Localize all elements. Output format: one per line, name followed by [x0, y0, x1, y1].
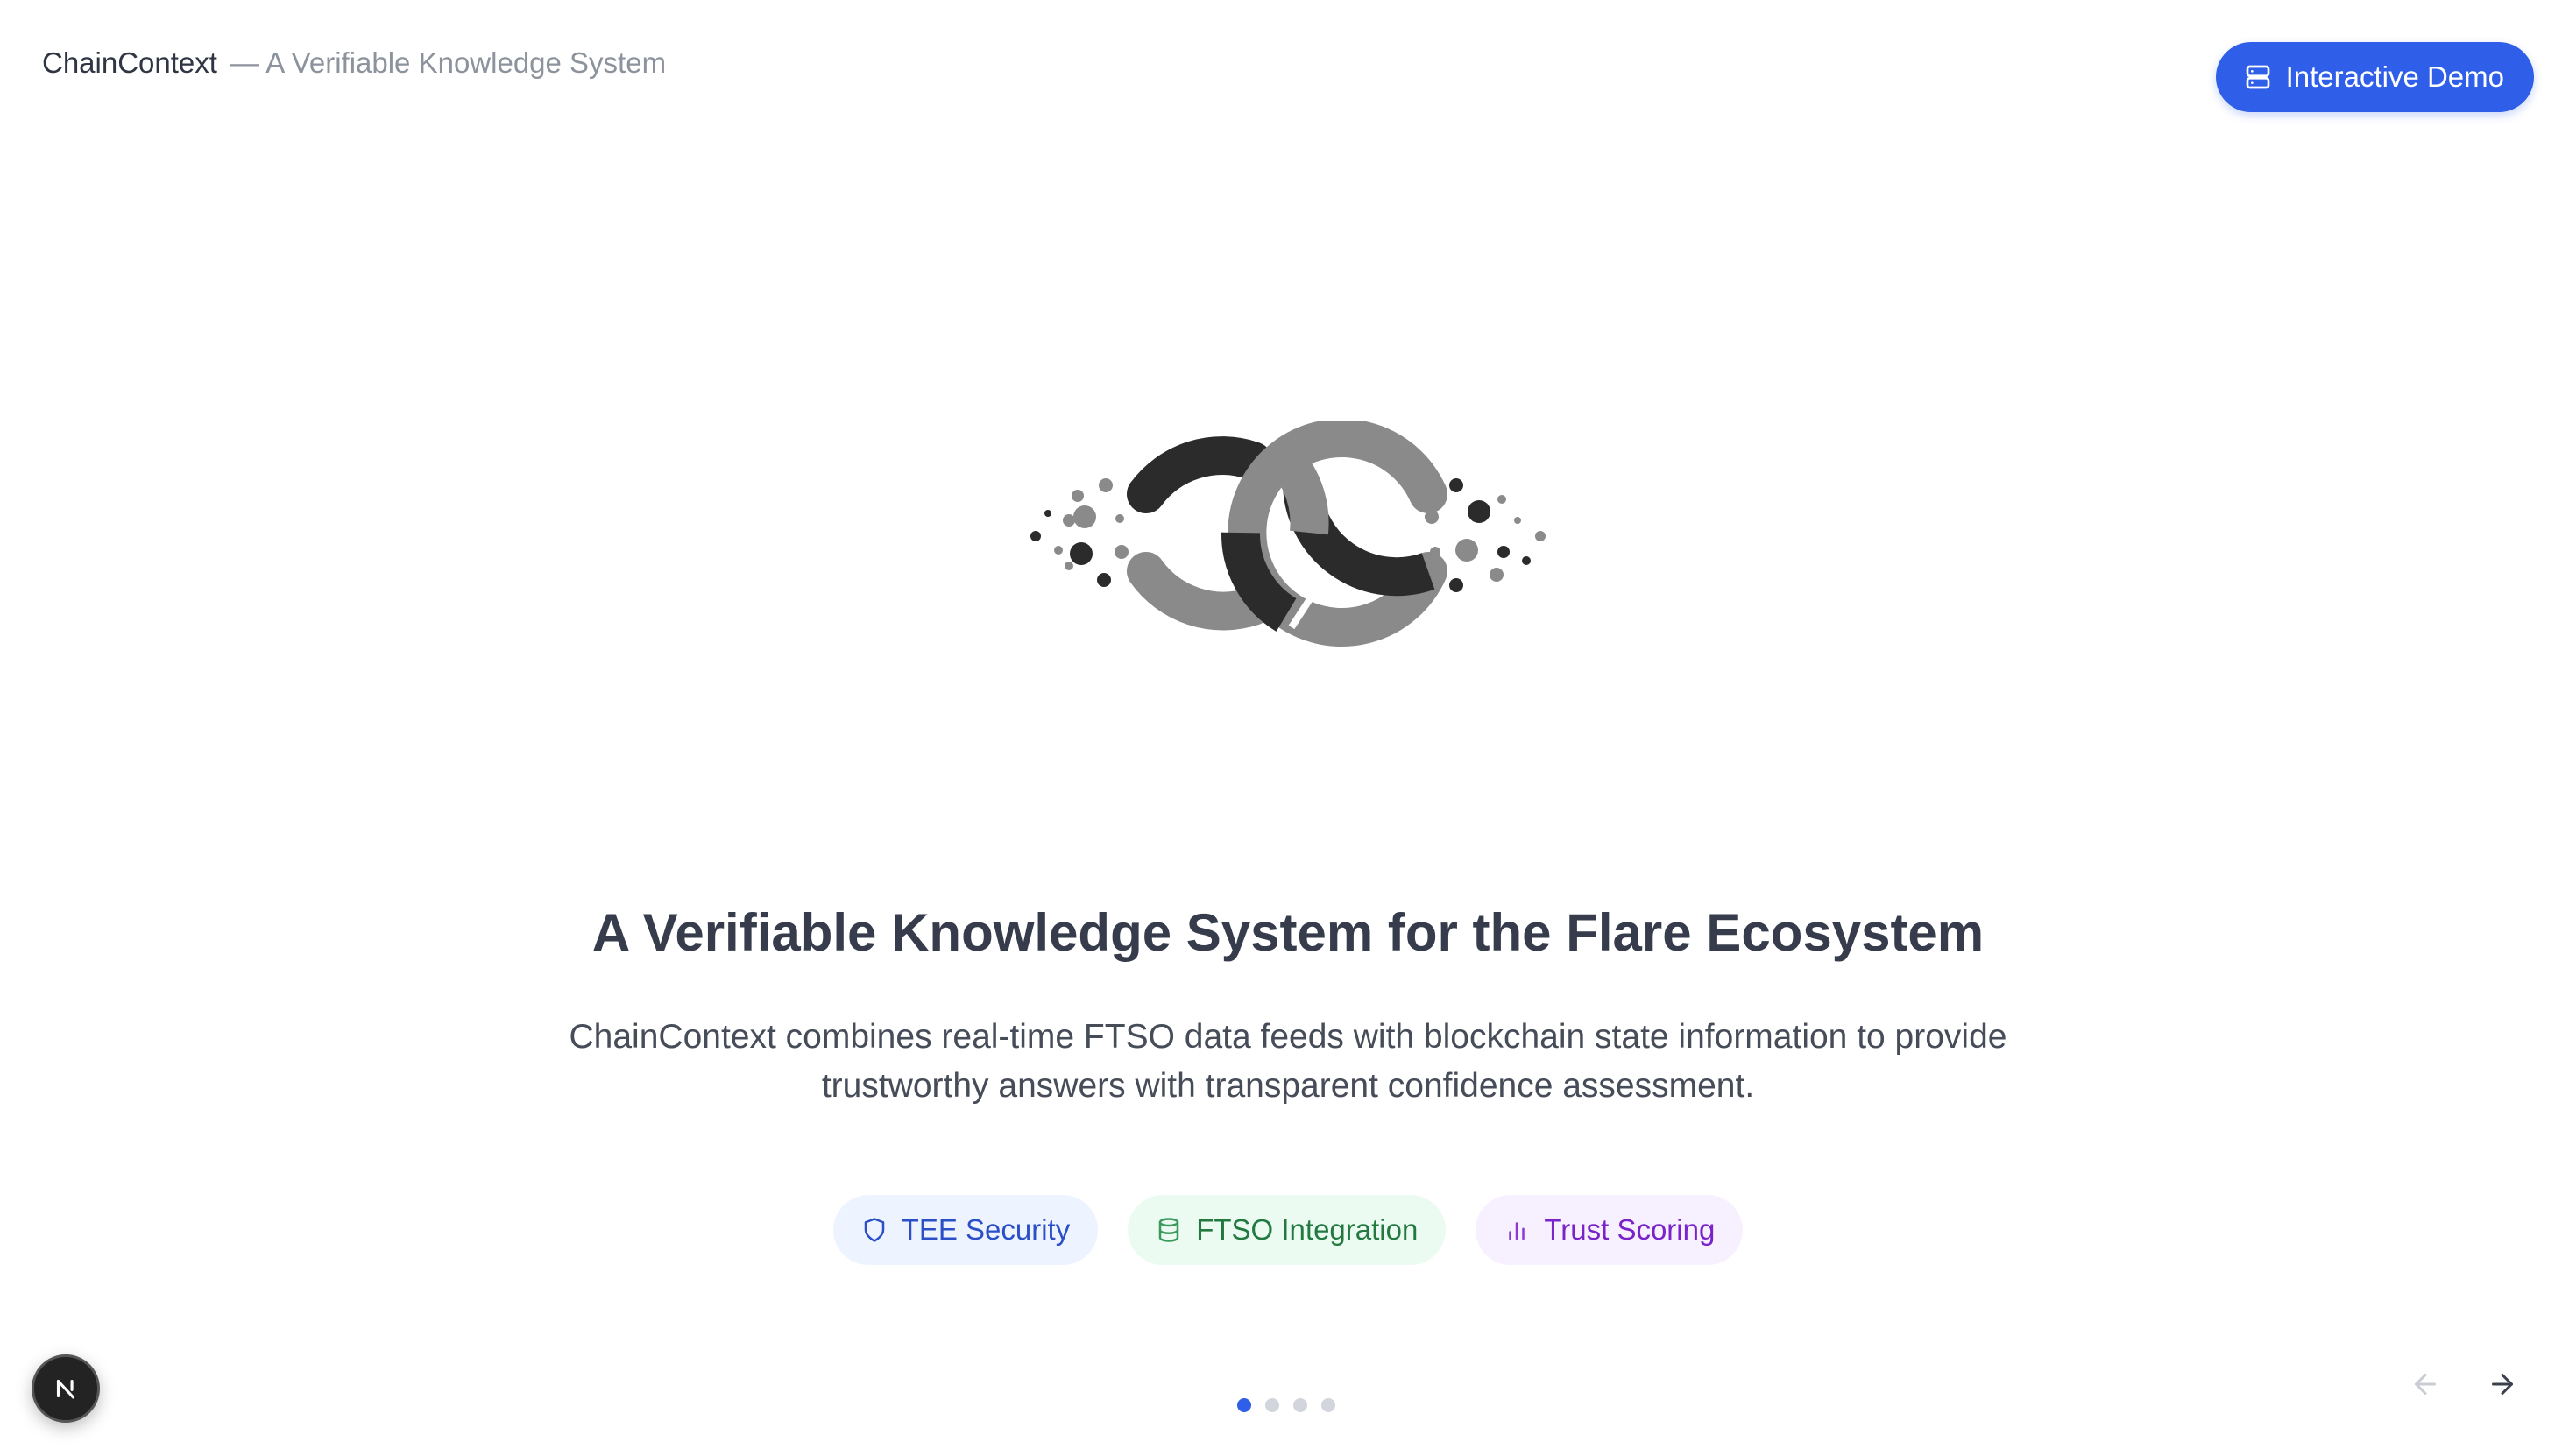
feature-tag-ftso-integration: FTSO Integration: [1128, 1195, 1447, 1265]
brand-subtitle: — A Verifiable Knowledge System: [230, 46, 667, 79]
slide-pagination: [1237, 1398, 1335, 1412]
next-slide-button[interactable]: [2481, 1363, 2523, 1405]
nextjs-badge[interactable]: [32, 1354, 100, 1423]
brand-name: ChainContext: [42, 46, 217, 79]
feature-tag-label: TEE Security: [901, 1213, 1071, 1246]
arrow-right-icon: [2492, 1374, 2513, 1395]
slide-dot-3[interactable]: [1293, 1398, 1307, 1412]
hero-description: ChainContext combines real-time FTSO dat…: [569, 1018, 2007, 1105]
interactive-demo-button[interactable]: Interactive Demo: [2215, 42, 2534, 112]
feature-tags: TEE Security FTSO Integration Trust Scor…: [0, 1195, 2576, 1265]
feature-tag-trust-scoring: Trust Scoring: [1476, 1195, 1744, 1265]
chaincontext-logo: [1030, 421, 1546, 647]
feature-tag-tee-security: TEE Security: [832, 1195, 1099, 1265]
interactive-demo-label: Interactive Demo: [2285, 60, 2504, 93]
previous-slide-button[interactable]: [2404, 1363, 2446, 1405]
nextjs-n-icon: [56, 1379, 75, 1399]
brand-header: ChainContext — A Verifiable Knowledge Sy…: [42, 42, 666, 84]
database-icon: [1158, 1218, 1179, 1242]
bar-chart-icon: [1509, 1222, 1525, 1240]
slide-dot-4[interactable]: [1321, 1398, 1335, 1412]
slide-dot-2[interactable]: [1265, 1398, 1279, 1412]
hero-title: A Verifiable Knowledge System for the Fl…: [591, 903, 1985, 962]
arrow-left-icon: [2415, 1374, 2436, 1395]
server-icon: [2246, 65, 2269, 89]
shield-icon: [864, 1218, 884, 1242]
feature-tag-label: Trust Scoring: [1544, 1213, 1716, 1246]
feature-tag-label: FTSO Integration: [1196, 1213, 1419, 1246]
left-particles: [1030, 478, 1129, 587]
slide-dot-1[interactable]: [1237, 1398, 1251, 1412]
presentation-page: ChainContext — A Verifiable Knowledge Sy…: [0, 0, 2576, 1456]
